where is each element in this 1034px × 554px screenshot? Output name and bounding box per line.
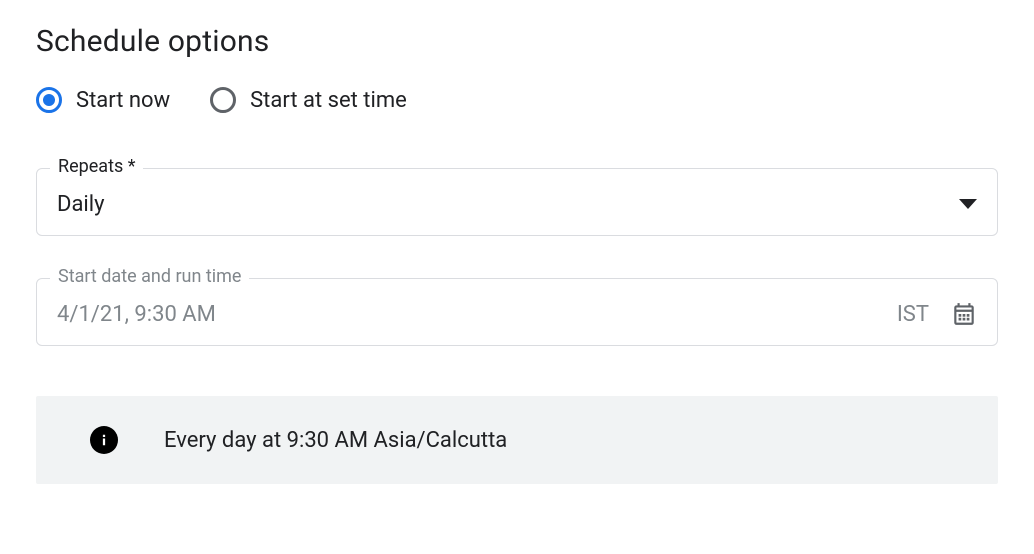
repeats-field[interactable]: Repeats * Daily bbox=[36, 168, 998, 236]
info-icon bbox=[90, 426, 118, 454]
repeats-value: Daily bbox=[57, 192, 105, 217]
summary-text: Every day at 9:30 AM Asia/Calcutta bbox=[164, 428, 507, 453]
repeats-label: Repeats * bbox=[50, 156, 143, 177]
start-now-radio[interactable]: Start now bbox=[36, 87, 170, 113]
timezone-text: IST bbox=[897, 302, 929, 327]
start-mode-radio-group: Start now Start at set time bbox=[36, 87, 998, 113]
schedule-summary: Every day at 9:30 AM Asia/Calcutta bbox=[36, 396, 998, 484]
radio-unselected-icon bbox=[210, 87, 236, 113]
start-now-label: Start now bbox=[76, 88, 170, 113]
chevron-down-icon bbox=[959, 199, 977, 209]
start-date-value: 4/1/21, 9:30 AM bbox=[57, 302, 216, 327]
section-title: Schedule options bbox=[36, 24, 998, 59]
start-set-time-radio[interactable]: Start at set time bbox=[210, 87, 407, 113]
calendar-icon[interactable] bbox=[951, 301, 977, 327]
radio-selected-icon bbox=[36, 87, 62, 113]
start-date-label: Start date and run time bbox=[50, 266, 249, 287]
start-date-field[interactable]: Start date and run time 4/1/21, 9:30 AM … bbox=[36, 278, 998, 346]
start-set-time-label: Start at set time bbox=[250, 88, 407, 113]
